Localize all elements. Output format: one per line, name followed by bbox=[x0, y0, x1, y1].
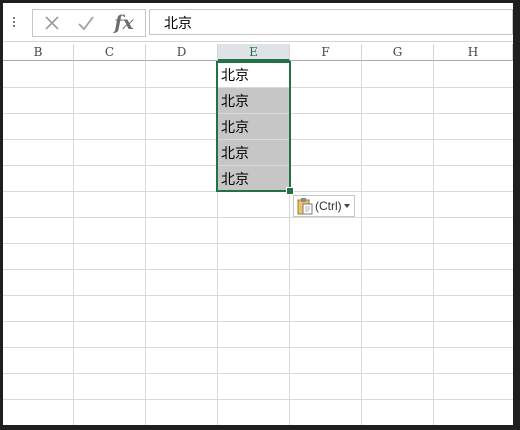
clipboard-icon bbox=[297, 198, 313, 215]
cell-e-selected[interactable]: 北京 bbox=[217, 140, 290, 165]
dropdown-caret-icon bbox=[343, 204, 350, 208]
column-header-h[interactable]: H bbox=[434, 44, 513, 61]
enter-icon bbox=[78, 16, 94, 31]
paste-options-button[interactable]: (Ctrl) bbox=[293, 195, 355, 217]
cancel-button[interactable] bbox=[39, 10, 65, 36]
column-header-f[interactable]: F bbox=[290, 44, 362, 61]
cell-e-selected[interactable]: 北京 bbox=[217, 166, 290, 191]
cell-e-active[interactable]: 北京 bbox=[217, 62, 290, 88]
fx-icon: fx bbox=[114, 12, 134, 34]
column-header-e[interactable]: E bbox=[218, 44, 290, 61]
formula-bar: fx 北京 bbox=[3, 3, 513, 42]
grid-line bbox=[3, 347, 513, 348]
column-header-g[interactable]: G bbox=[362, 44, 434, 61]
grid-line bbox=[3, 217, 513, 218]
formula-input[interactable]: 北京 bbox=[149, 9, 513, 35]
column-header-b[interactable]: B bbox=[3, 44, 74, 61]
grid-line bbox=[3, 373, 513, 374]
insert-function-button[interactable]: fx bbox=[109, 10, 139, 36]
grid-line bbox=[3, 399, 513, 400]
grid-line bbox=[3, 295, 513, 296]
cell-e-selected[interactable]: 北京 bbox=[217, 88, 290, 113]
column-header-c[interactable]: C bbox=[74, 44, 146, 61]
column-header-d[interactable]: D bbox=[146, 44, 218, 61]
formula-bar-grip-icon[interactable] bbox=[13, 17, 16, 29]
paste-options-label: (Ctrl) bbox=[315, 199, 342, 213]
grid-line bbox=[3, 243, 513, 244]
grid-line bbox=[3, 321, 513, 322]
cell-e-selected[interactable]: 北京 bbox=[217, 114, 290, 139]
grid-line bbox=[3, 191, 513, 192]
window-frame-right bbox=[513, 0, 520, 430]
cancel-icon bbox=[45, 16, 59, 30]
fill-handle[interactable] bbox=[286, 187, 294, 195]
window-frame-bottom bbox=[0, 425, 520, 430]
formula-bar-buttons: fx bbox=[32, 9, 146, 37]
grid-line bbox=[3, 269, 513, 270]
enter-button[interactable] bbox=[73, 10, 99, 36]
window-frame-left bbox=[0, 0, 3, 430]
